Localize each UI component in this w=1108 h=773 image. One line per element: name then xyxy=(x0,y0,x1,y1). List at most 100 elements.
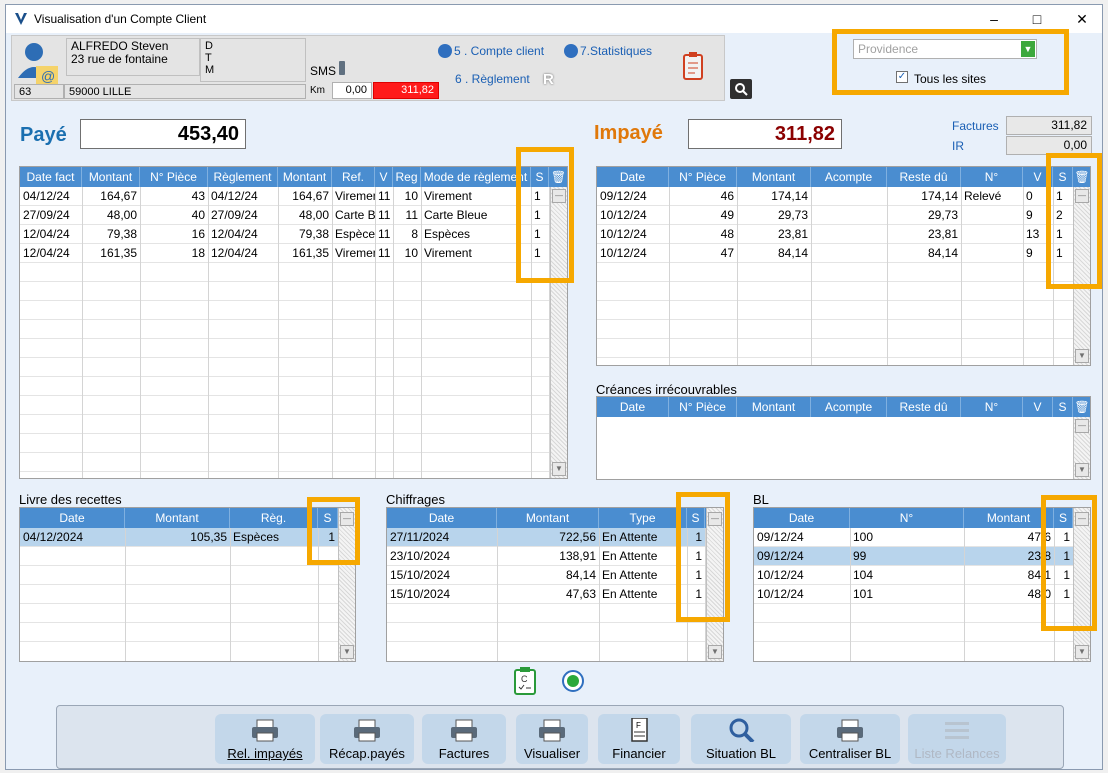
col-reg[interactable]: Reg xyxy=(393,167,421,187)
table-row[interactable] xyxy=(20,339,567,358)
table-row[interactable]: 10/12/24 104 84,1 1 xyxy=(754,566,1090,585)
table-row[interactable] xyxy=(754,604,1090,623)
minimize-button[interactable]: – xyxy=(979,9,1009,29)
col-s[interactable]: S xyxy=(1053,397,1073,417)
table-row[interactable] xyxy=(20,396,567,415)
search-button[interactable] xyxy=(730,79,752,99)
table-row[interactable]: 09/12/24 100 47,6 1 xyxy=(754,528,1090,547)
close-button[interactable]: ✕ xyxy=(1067,9,1097,29)
table-row[interactable]: 10/12/24 49 29,73 29,73 9 2 xyxy=(597,206,1090,225)
col-reste[interactable]: Reste dû xyxy=(887,167,961,187)
scroll-down-icon[interactable]: ▼ xyxy=(708,645,722,659)
col-date[interactable]: Date xyxy=(387,508,497,528)
centraliser-bl-button[interactable]: Centraliser BL xyxy=(800,714,900,764)
compte-client-link[interactable]: 5 . Compte client xyxy=(438,44,544,58)
reglement-link[interactable]: 6 . Règlement xyxy=(455,72,530,86)
statistiques-link[interactable]: 7.Statistiques xyxy=(564,44,652,58)
scroll-down-icon[interactable]: ▼ xyxy=(1075,463,1089,477)
col-ref[interactable]: Ref. xyxy=(332,167,375,187)
site-select[interactable]: Providence ▼ xyxy=(853,39,1037,59)
table-row[interactable] xyxy=(20,547,355,566)
table-row[interactable] xyxy=(20,415,567,434)
table-row[interactable] xyxy=(597,320,1090,339)
table-row[interactable]: 23/10/2024 138,91 En Attente 1 xyxy=(387,547,723,566)
col-reglement[interactable]: Règlement xyxy=(208,167,278,187)
col-date-fact[interactable]: Date fact xyxy=(20,167,82,187)
table-row[interactable] xyxy=(597,301,1090,320)
visualiser-button[interactable]: Visualiser xyxy=(516,714,588,764)
col-date[interactable]: Date xyxy=(597,167,669,187)
maximize-button[interactable]: □ xyxy=(1022,9,1052,29)
factures-button[interactable]: Factures xyxy=(422,714,506,764)
clipboard-icon[interactable] xyxy=(682,51,704,81)
col-date[interactable]: Date xyxy=(597,397,669,417)
col-montant-reg[interactable]: Montant xyxy=(278,167,332,187)
scroll-down-icon[interactable]: ▼ xyxy=(1075,645,1089,659)
table-row[interactable]: 15/10/2024 84,14 En Attente 1 xyxy=(387,566,723,585)
table-row[interactable]: 10/12/24 101 48,0 1 xyxy=(754,585,1090,604)
col-montant[interactable]: Montant xyxy=(737,167,811,187)
table-row[interactable]: 04/12/24164,674304/12/24164,67Virement11… xyxy=(20,187,567,206)
scroll-down-icon[interactable]: ▼ xyxy=(1075,349,1089,363)
col-piece[interactable]: N° Pièce xyxy=(669,397,737,417)
scroll-down-icon[interactable]: ▼ xyxy=(552,462,566,476)
table-row[interactable] xyxy=(597,282,1090,301)
table-row[interactable]: 27/11/2024 722,56 En Attente 1 xyxy=(387,528,723,547)
liste-relances-button[interactable]: Liste Relances xyxy=(908,714,1006,764)
table-row[interactable] xyxy=(597,339,1090,358)
all-sites-checkbox[interactable]: ✓ xyxy=(896,71,908,83)
table-row[interactable]: 15/10/2024 47,63 En Attente 1 xyxy=(387,585,723,604)
col-date[interactable]: Date xyxy=(754,508,850,528)
table-row[interactable]: 09/12/24 46 174,14 174,14 Relevé 0 1 xyxy=(597,187,1090,206)
sms-label[interactable]: SMS xyxy=(310,64,336,78)
table-row[interactable]: 04/12/2024 105,35 Espèces 1 xyxy=(20,528,355,547)
table-row[interactable] xyxy=(20,282,567,301)
col-date[interactable]: Date xyxy=(20,508,125,528)
col-numero[interactable]: N° xyxy=(961,397,1023,417)
col-montant[interactable]: Montant xyxy=(497,508,599,528)
col-reste[interactable]: Reste dû xyxy=(887,397,961,417)
financier-button[interactable]: F Financier xyxy=(598,714,680,764)
col-acompte[interactable]: Acompte xyxy=(811,397,887,417)
table-row[interactable] xyxy=(20,263,567,282)
table-row[interactable] xyxy=(20,604,355,623)
table-row[interactable]: 27/09/2448,004027/09/2448,00Carte Bleue1… xyxy=(20,206,567,225)
table-row[interactable] xyxy=(597,263,1090,282)
table-row[interactable] xyxy=(20,585,355,604)
col-montant[interactable]: Montant xyxy=(82,167,140,187)
table-row[interactable] xyxy=(20,434,567,453)
col-type[interactable]: Type xyxy=(599,508,687,528)
table-row[interactable]: 09/12/24 99 23,8 1 xyxy=(754,547,1090,566)
table-row[interactable] xyxy=(387,604,723,623)
status-circle-icon[interactable] xyxy=(561,669,585,693)
scroll-down-icon[interactable]: ▼ xyxy=(340,645,354,659)
table-row[interactable]: 10/12/24 48 23,81 23,81 13 1 xyxy=(597,225,1090,244)
table-row[interactable] xyxy=(20,377,567,396)
table-row[interactable]: 12/04/2479,381612/04/2479,38Espèces118Es… xyxy=(20,225,567,244)
col-numero[interactable]: N° xyxy=(961,167,1023,187)
table-row[interactable] xyxy=(20,320,567,339)
scroll-up-icon[interactable]: — xyxy=(1075,419,1089,433)
col-mode[interactable]: Mode de règlement xyxy=(421,167,531,187)
table-row[interactable] xyxy=(20,623,355,642)
table-row[interactable]: 10/12/24 47 84,14 84,14 9 1 xyxy=(597,244,1090,263)
col-numero[interactable]: N° xyxy=(850,508,964,528)
table-row[interactable]: 12/04/24161,351812/04/24161,35Virement11… xyxy=(20,244,567,263)
table-row[interactable] xyxy=(20,358,567,377)
table-row[interactable] xyxy=(20,301,567,320)
checklist-icon[interactable]: C xyxy=(514,667,536,695)
table-row[interactable] xyxy=(20,566,355,585)
col-v[interactable]: V xyxy=(1023,397,1053,417)
situation-bl-button[interactable]: Situation BL xyxy=(691,714,791,764)
table-row[interactable] xyxy=(20,453,567,472)
col-montant[interactable]: Montant xyxy=(737,397,811,417)
col-reg[interactable]: Règ. xyxy=(230,508,318,528)
rel-impayes-button[interactable]: Rel. impayés xyxy=(215,714,315,764)
recap-payes-button[interactable]: Récap.payés xyxy=(320,714,414,764)
table-row[interactable] xyxy=(387,623,723,642)
col-piece[interactable]: N° Pièce xyxy=(669,167,737,187)
col-montant[interactable]: Montant xyxy=(125,508,230,528)
trash-icon[interactable]: 🗑 xyxy=(1073,397,1090,417)
creances-scrollbar[interactable]: — ▼ xyxy=(1073,417,1090,479)
col-acompte[interactable]: Acompte xyxy=(811,167,887,187)
